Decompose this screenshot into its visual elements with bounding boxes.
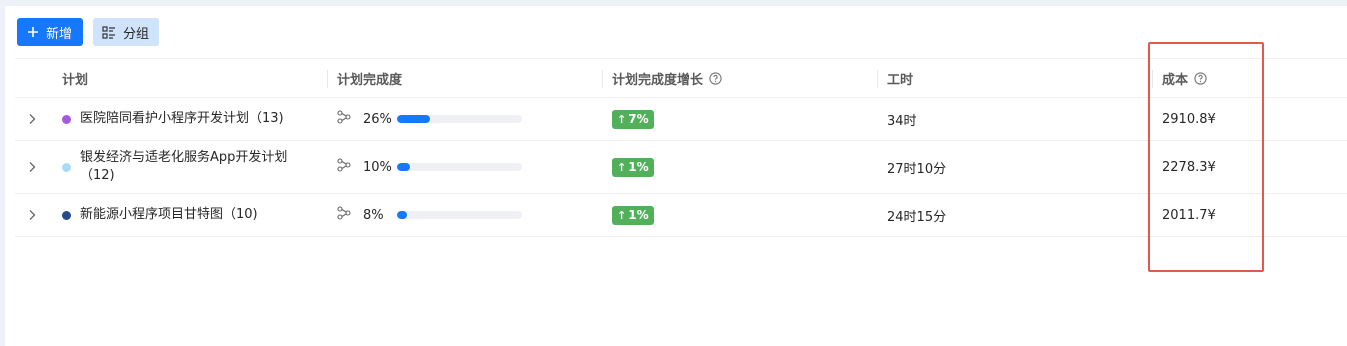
progress-bar [397, 115, 522, 123]
column-divider[interactable] [877, 70, 878, 88]
hours-value: 24时15分 [887, 209, 947, 225]
table-row[interactable]: 医院陪同看护小程序开发计划（13) 26% ↑ 7% 34时 2910.8¥ [15, 98, 1347, 141]
column-header-growth-label: 计划完成度增长 [612, 72, 704, 88]
plus-icon [27, 26, 39, 38]
column-header-cost[interactable]: 成本 [1162, 59, 1342, 97]
progress-bar-fill [397, 211, 407, 219]
group-button[interactable]: 分组 [93, 18, 160, 46]
progress-cell: 8% [337, 194, 602, 236]
plan-color-dot [62, 114, 71, 124]
progress-bar [397, 211, 522, 219]
progress-percent: 26% [363, 111, 392, 127]
growth-badge: ↑ 1% [612, 205, 654, 225]
plan-cell: 医院陪同看护小程序开发计划（13) [62, 98, 327, 140]
column-header-cost-label: 成本 [1162, 72, 1189, 88]
column-header-progress[interactable]: 计划完成度 [337, 59, 602, 97]
growth-value: 1% [628, 160, 649, 174]
hours-value: 34时 [887, 113, 917, 129]
cost-value: 2278.3¥ [1162, 159, 1216, 175]
plan-color-dot [62, 162, 71, 172]
growth-badge: ↑ 1% [612, 157, 654, 177]
arrow-up-icon: ↑ [617, 112, 627, 126]
cost-value: 2011.7¥ [1162, 207, 1216, 223]
growth-cell: ↑ 1% [612, 141, 877, 193]
growth-badge: ↑ 7% [612, 109, 654, 129]
growth-cell: ↑ 1% [612, 194, 877, 236]
add-button-label: 新增 [46, 26, 73, 42]
plan-table: 计划 计划完成度 计划完成度增长 工时 成本 医院陪同看护小程序开发计划（13)… [15, 58, 1347, 237]
plan-cell: 新能源小程序项目甘特图（10) [62, 194, 327, 236]
column-header-plan[interactable]: 计划 [62, 59, 327, 97]
arrow-up-icon: ↑ [617, 208, 627, 222]
progress-bar [397, 163, 522, 171]
progress-bar-fill [397, 163, 410, 171]
progress-percent: 8% [363, 207, 384, 223]
toolbar: 新增 分组 [17, 18, 160, 46]
column-header-hours[interactable]: 工时 [887, 59, 1157, 97]
main-card: 新增 分组 计划 计划完成度 计划完成度增长 工时 成本 医院陪同看护小程序开发… [5, 6, 1347, 346]
branch-icon[interactable] [337, 110, 351, 128]
progress-cell: 26% [337, 98, 602, 140]
chevron-right-icon[interactable] [28, 141, 48, 193]
branch-icon[interactable] [337, 206, 351, 224]
table-header: 计划 计划完成度 计划完成度增长 工时 成本 [15, 58, 1347, 98]
branch-icon[interactable] [337, 158, 351, 176]
plan-color-dot [62, 210, 71, 220]
cost-value: 2910.8¥ [1162, 111, 1216, 127]
progress-percent: 10% [363, 159, 392, 175]
growth-value: 7% [628, 112, 649, 126]
column-header-growth[interactable]: 计划完成度增长 [612, 59, 877, 97]
chevron-right-icon[interactable] [28, 194, 48, 236]
growth-cell: ↑ 7% [612, 98, 877, 140]
column-divider[interactable] [327, 70, 328, 88]
add-button[interactable]: 新增 [17, 18, 84, 46]
plan-name[interactable]: 银发经济与适老化服务App开发计划（12) [80, 149, 310, 185]
plan-cell: 银发经济与适老化服务App开发计划（12) [62, 141, 327, 193]
progress-bar-fill [397, 115, 430, 123]
column-divider[interactable] [1152, 70, 1153, 88]
question-circle-icon[interactable] [709, 71, 722, 85]
growth-value: 1% [628, 208, 649, 222]
table-row[interactable]: 新能源小程序项目甘特图（10) 8% ↑ 1% 24时15分 2011.7¥ [15, 194, 1347, 237]
arrow-up-icon: ↑ [617, 160, 627, 174]
plan-name[interactable]: 新能源小程序项目甘特图（10) [80, 206, 310, 224]
question-circle-icon[interactable] [1194, 71, 1207, 85]
column-divider[interactable] [602, 70, 603, 88]
hours-value: 27时10分 [887, 161, 947, 177]
group-button-label: 分组 [123, 26, 150, 42]
table-row[interactable]: 银发经济与适老化服务App开发计划（12) 10% ↑ 1% 27时10分 227… [15, 141, 1347, 194]
chevron-right-icon[interactable] [28, 98, 48, 140]
group-list-icon [102, 25, 116, 39]
plan-name[interactable]: 医院陪同看护小程序开发计划（13) [80, 110, 310, 128]
progress-cell: 10% [337, 141, 602, 193]
